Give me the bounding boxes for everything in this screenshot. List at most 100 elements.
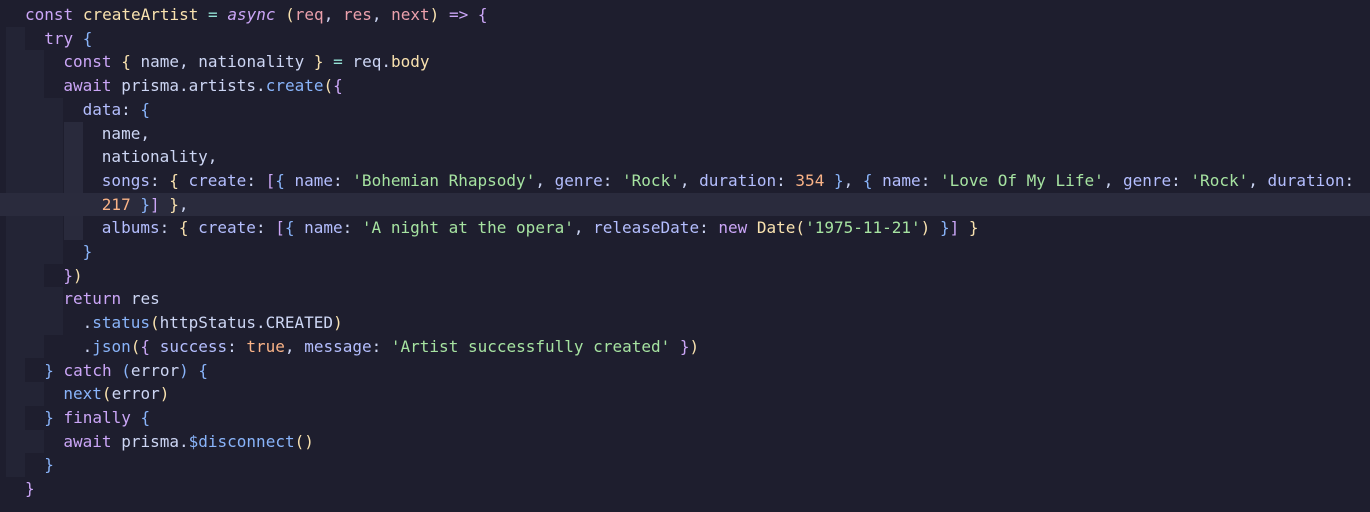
code-line[interactable]: return res: [0, 287, 1370, 311]
code-line[interactable]: } catch (error) {: [0, 359, 1370, 383]
code-line[interactable]: data: {: [0, 98, 1370, 122]
code-token: {: [275, 170, 285, 190]
code-token: 'Bohemian Rhapsody': [352, 170, 536, 190]
code-token: ,: [284, 336, 305, 356]
code-line-text: await prisma.$disconnect(): [63, 430, 313, 454]
code-line[interactable]: .json({ success: true, message: 'Artist …: [0, 335, 1370, 359]
code-token: }: [63, 265, 74, 285]
code-line[interactable]: await prisma.artists.create({: [0, 74, 1370, 98]
code-token: ,: [535, 170, 555, 190]
code-token: ): [333, 313, 343, 333]
code-token: duration: [1267, 170, 1345, 190]
code-token: }: [968, 218, 979, 238]
code-token: ,: [1248, 170, 1268, 190]
code-line-text: .status(httpStatus.CREATED): [83, 311, 343, 335]
code-token: }: [44, 455, 54, 475]
code-token: error: [111, 384, 160, 404]
code-line[interactable]: .status(httpStatus.CREATED): [0, 311, 1370, 335]
code-line[interactable]: 217 }] },: [0, 192, 1370, 217]
code-line-text: }: [83, 240, 93, 264]
code-line[interactable]: const { name, nationality } = req.body: [0, 50, 1370, 74]
code-token: .: [82, 313, 93, 333]
code-token: status: [92, 313, 151, 333]
code-token: (: [121, 360, 131, 380]
code-line-text: const { name, nationality } = req.body: [63, 50, 429, 74]
code-token: =: [208, 5, 218, 24]
code-line[interactable]: albums: { create: [{ name: 'A night at t…: [0, 216, 1370, 240]
code-token: body: [390, 52, 430, 72]
code-line[interactable]: }): [0, 264, 1370, 288]
code-token: {: [121, 52, 131, 72]
code-line[interactable]: nationality,: [0, 145, 1370, 169]
code-token: create: [265, 76, 324, 96]
code-token: {: [862, 170, 873, 190]
code-token: new: [718, 218, 748, 238]
code-token: ]: [949, 218, 960, 238]
code-token: await: [63, 431, 112, 451]
code-token: ): [73, 265, 83, 285]
code-line[interactable]: }: [0, 477, 1370, 501]
code-token: nationality,: [101, 147, 218, 167]
code-token: error: [130, 360, 180, 380]
code-token: {: [140, 407, 151, 427]
code-token: (: [285, 5, 295, 24]
code-token: duration: [699, 170, 777, 190]
code-token: [: [265, 170, 276, 190]
code-token: releaseDate: [593, 218, 700, 238]
code-line[interactable]: await prisma.$disconnect(): [0, 430, 1370, 454]
code-line[interactable]: const createArtist = async (req, res, ne…: [0, 3, 1370, 27]
code-token: :: [149, 170, 170, 190]
code-token: (: [101, 384, 112, 404]
code-token: songs: [101, 170, 150, 190]
code-token: genre: [1122, 170, 1172, 190]
code-token: :: [699, 218, 719, 238]
code-token: ]: [149, 194, 160, 214]
code-token: 'Love Of My Life': [939, 170, 1104, 190]
code-token: finally: [63, 407, 131, 427]
code-token: await: [63, 76, 112, 96]
code-token: :: [159, 218, 179, 238]
code-token: :: [255, 218, 276, 238]
code-line[interactable]: }: [0, 453, 1370, 477]
code-line[interactable]: name,: [0, 122, 1370, 146]
code-token: {: [140, 99, 151, 119]
code-token: req: [294, 5, 324, 24]
code-line-text: }: [44, 453, 54, 477]
code-token: }: [140, 194, 150, 214]
code-editor[interactable]: const createArtist = async (req, res, ne…: [0, 0, 1370, 512]
code-line-text: next(error): [63, 382, 169, 406]
code-token: name: [882, 170, 921, 190]
code-token: {: [82, 28, 93, 48]
code-token: .: [82, 336, 93, 356]
code-token: ,: [679, 170, 700, 190]
code-token: name: [294, 170, 334, 190]
code-token: ): [304, 431, 314, 451]
code-token: create: [198, 218, 256, 238]
code-token: genre: [554, 170, 603, 190]
code-token: :: [333, 170, 353, 190]
code-line-text: }: [25, 477, 35, 501]
code-line[interactable]: }: [0, 240, 1370, 264]
code-token: next: [391, 5, 430, 24]
code-line-text: .json({ success: true, message: 'Artist …: [83, 335, 700, 359]
code-line-text: data: {: [83, 98, 150, 122]
code-line[interactable]: songs: { create: [{ name: 'Bohemian Rhap…: [0, 169, 1370, 193]
code-line[interactable]: next(error): [0, 382, 1370, 406]
code-line[interactable]: try {: [0, 27, 1370, 51]
code-token: 354: [795, 170, 825, 190]
code-line-text: const createArtist = async (req, res, ne…: [25, 3, 487, 27]
code-line[interactable]: } finally {: [0, 406, 1370, 430]
code-token: {: [333, 76, 343, 96]
code-token: name,: [101, 123, 150, 143]
